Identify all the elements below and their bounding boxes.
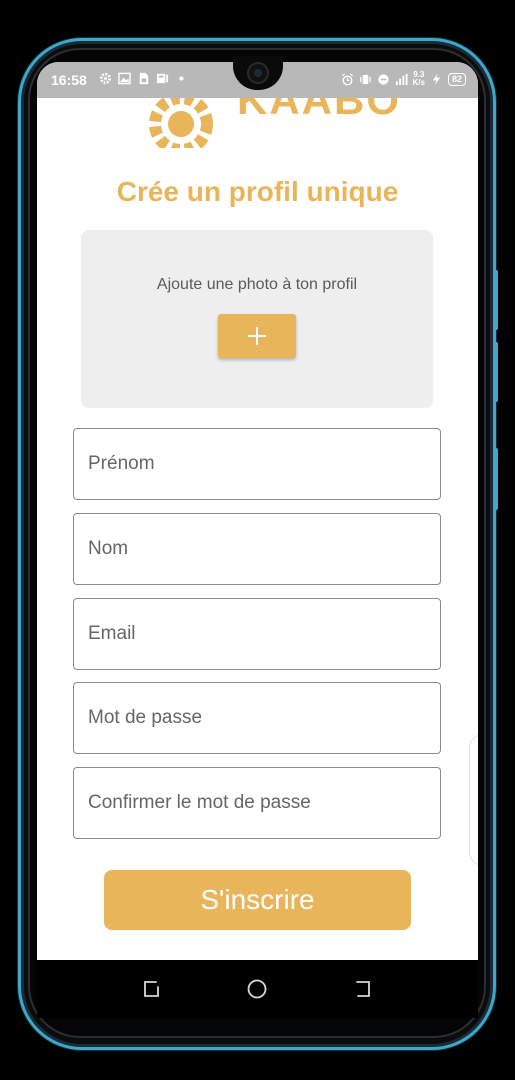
signal-icon: [395, 73, 408, 85]
logo-text: KAABO: [237, 98, 397, 123]
back-icon[interactable]: [352, 978, 374, 1000]
status-time: 16:58: [51, 72, 87, 88]
edge-panel-handle[interactable]: [469, 734, 478, 866]
password-input[interactable]: [88, 683, 428, 753]
app-logo: KAABO: [137, 98, 397, 148]
confirm-password-input[interactable]: [88, 768, 428, 838]
front-camera: [247, 62, 269, 84]
image-icon: [118, 72, 131, 85]
alarm-icon: [341, 72, 353, 85]
battery-level: 82: [447, 72, 466, 86]
last-name-input[interactable]: [88, 514, 428, 584]
confirm-password-field[interactable]: [73, 767, 441, 839]
home-circle-icon[interactable]: [246, 978, 268, 1000]
signup-button[interactable]: S'inscrire: [104, 870, 411, 930]
page-title: Crée un profil unique: [116, 176, 399, 207]
charging-icon: [432, 73, 441, 85]
first-name-input[interactable]: [88, 429, 428, 499]
do-not-disturb-icon: [377, 73, 389, 85]
system-navigation-bar: [37, 960, 478, 1018]
email-input[interactable]: [88, 599, 428, 669]
email-field[interactable]: [73, 598, 441, 670]
plus-icon: [248, 327, 266, 345]
volume-up-button: [494, 270, 498, 330]
app-screen: 16:58 9.3 K/s 82 KAABO Crée un profil un…: [37, 62, 478, 960]
add-photo-button[interactable]: [218, 314, 296, 358]
power-button: [494, 448, 498, 510]
first-name-field[interactable]: [73, 428, 441, 500]
last-name-field[interactable]: [73, 513, 441, 585]
logo-gear-icon: [149, 98, 213, 148]
recent-apps-icon[interactable]: [141, 978, 163, 1000]
password-field[interactable]: [73, 682, 441, 754]
dot-indicator-icon: [179, 76, 184, 81]
network-speed: 9.3 K/s: [412, 70, 425, 87]
vibrate-icon: [359, 74, 371, 84]
app-notification-icon: [156, 73, 169, 84]
status-left-icons: [99, 72, 188, 85]
sim-card-icon: [139, 72, 149, 85]
photo-upload-label: Ajoute une photo à ton profil: [156, 276, 358, 293]
photo-upload-card: Ajoute une photo à ton profil: [81, 230, 433, 408]
volume-down-button: [494, 342, 498, 402]
settings-gear-icon: [99, 72, 112, 85]
status-right-icons: 9.3 K/s 82: [341, 71, 466, 87]
